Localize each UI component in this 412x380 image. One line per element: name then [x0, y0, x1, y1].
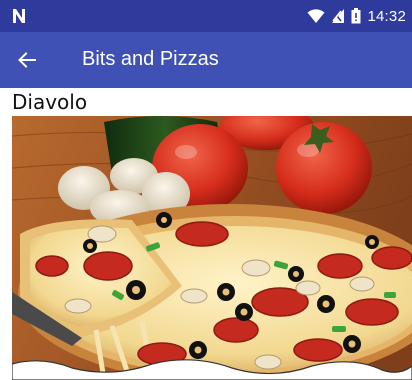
- status-icons: 14:32: [307, 6, 406, 26]
- signal-icon: [332, 9, 345, 23]
- arrow-back-icon: [18, 52, 36, 68]
- pizza-photo: [12, 116, 412, 380]
- app-title: Bits and Pizzas: [82, 48, 219, 70]
- pizza-illustration: [12, 116, 412, 380]
- back-button[interactable]: [18, 46, 58, 74]
- pizza-detail-screen: 14:32 Bits and Pizzas Diavolo: [0, 0, 412, 380]
- pizza-name: Diavolo: [12, 90, 88, 114]
- notification-n-icon: [13, 9, 25, 23]
- status-time: 14:32: [367, 7, 406, 25]
- app-bar: Bits and Pizzas: [0, 32, 412, 88]
- wifi-icon: [307, 9, 325, 23]
- status-bar: 14:32: [0, 0, 412, 32]
- battery-icon: [351, 8, 361, 24]
